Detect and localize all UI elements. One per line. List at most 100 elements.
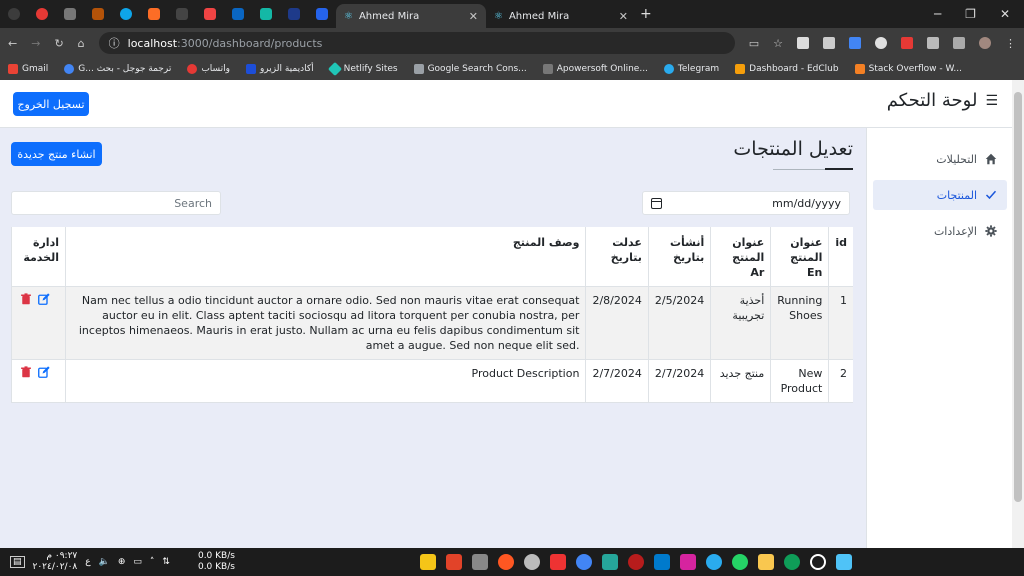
- search-icon[interactable]: [810, 554, 826, 570]
- forward-icon[interactable]: →: [31, 37, 40, 50]
- table-row: 2 New Product منتج جديد 2/7/2024 2/7/202…: [11, 359, 853, 403]
- date-filter-input[interactable]: mm/dd/yyyy: [642, 191, 850, 215]
- volume-icon[interactable]: 🔈: [99, 557, 110, 567]
- bookmark-edclub[interactable]: Dashboard - EdClub: [735, 64, 839, 74]
- edit-icon[interactable]: [38, 293, 50, 305]
- hamburger-menu-icon[interactable]: ☰: [985, 93, 998, 109]
- bookmark-apowersoft[interactable]: Apowersoft Online...: [542, 64, 648, 74]
- trash-icon[interactable]: [20, 366, 32, 378]
- trash-icon[interactable]: [20, 293, 32, 305]
- edit-icon[interactable]: [38, 366, 50, 378]
- pinned-tab[interactable]: [280, 0, 308, 28]
- pinned-tab[interactable]: [196, 0, 224, 28]
- new-tab-icon[interactable]: +: [640, 6, 652, 22]
- file-explorer-icon[interactable]: [758, 554, 774, 570]
- close-icon[interactable]: ✕: [469, 10, 478, 23]
- extension-icon[interactable]: [797, 37, 809, 49]
- close-window-icon[interactable]: ✕: [1000, 7, 1010, 21]
- app-icon[interactable]: [602, 554, 618, 570]
- create-product-button[interactable]: انشاء منتج جديدة: [11, 142, 102, 166]
- profile-avatar[interactable]: [979, 37, 991, 49]
- reload-icon[interactable]: ↻: [54, 37, 63, 50]
- site-info-icon[interactable]: ⓘ: [109, 35, 120, 51]
- hidden-icons-chevron-icon[interactable]: ˄: [150, 557, 155, 567]
- title-underline: [825, 168, 853, 170]
- extension-icon[interactable]: [823, 37, 835, 49]
- edge-icon[interactable]: [784, 554, 800, 570]
- url-bar[interactable]: ⓘ localhost:3000/dashboard/products: [98, 32, 735, 54]
- app-icon[interactable]: [446, 554, 462, 570]
- pinned-tab[interactable]: [84, 0, 112, 28]
- extensions: ⋮: [797, 37, 1016, 50]
- app-icon[interactable]: [420, 554, 436, 570]
- extension-icon[interactable]: [849, 37, 861, 49]
- whatsapp-icon[interactable]: [732, 554, 748, 570]
- bookmark-whatsapp[interactable]: واتساب: [187, 64, 230, 74]
- pinned-tab[interactable]: [28, 0, 56, 28]
- chrome-icon[interactable]: [576, 554, 592, 570]
- back-icon[interactable]: ←: [8, 37, 17, 50]
- top-header: تسجيل الخروج لوحة التحكم ☰: [0, 80, 1012, 128]
- minimize-icon[interactable]: ─: [934, 7, 941, 21]
- bookmark-gmail[interactable]: Gmail: [8, 64, 48, 74]
- menu-dots-icon[interactable]: ⋮: [1005, 37, 1016, 50]
- logout-button[interactable]: تسجيل الخروج: [13, 92, 89, 116]
- pinned-tab[interactable]: [112, 0, 140, 28]
- pinned-tab[interactable]: [140, 0, 168, 28]
- bookmark-star-icon[interactable]: ☆: [773, 37, 783, 50]
- pinned-tab[interactable]: [224, 0, 252, 28]
- pinned-tab[interactable]: [168, 0, 196, 28]
- instagram-icon[interactable]: [680, 554, 696, 570]
- browser-tab-bar: ⚛ Ahmed Mira ✕ ⚛ Ahmed Mira ✕ + ─ ❐ ✕: [0, 0, 1024, 28]
- sidebar-item-settings[interactable]: الإعدادات: [873, 216, 1007, 246]
- pinned-tab[interactable]: [56, 0, 84, 28]
- start-menu-icon[interactable]: [836, 554, 852, 570]
- scrollbar-thumb[interactable]: [1014, 92, 1022, 502]
- cell-actions: [11, 359, 66, 403]
- sidebar-item-analytics[interactable]: التحليلات: [873, 144, 1007, 174]
- search-input[interactable]: [11, 191, 221, 215]
- bookmark-search-console[interactable]: Google Search Cons...: [413, 64, 527, 74]
- cell-created: 2/7/2024: [647, 359, 711, 403]
- telegram-icon[interactable]: [706, 554, 722, 570]
- taskbar-clock[interactable]: ٠٩:٢٧ م ٢٠٢٤/٠٢/٠٨: [33, 551, 78, 573]
- taskbar-apps: [420, 554, 852, 570]
- app-icon[interactable]: [628, 554, 644, 570]
- table-header-row: id عنوان المنتج En عنوان المنتج Ar أنشأت…: [11, 227, 853, 287]
- pinned-tab[interactable]: [252, 0, 280, 28]
- home-icon: [985, 153, 997, 165]
- bookmark-telegram[interactable]: Telegram: [663, 64, 719, 74]
- app-icon[interactable]: [498, 554, 514, 570]
- close-icon[interactable]: ✕: [619, 10, 628, 23]
- input-language[interactable]: ع: [85, 557, 90, 567]
- app-icon[interactable]: [524, 554, 540, 570]
- side-panel-icon[interactable]: [953, 37, 965, 49]
- tab-ahmed-mira-active[interactable]: ⚛ Ahmed Mira ✕: [336, 4, 486, 28]
- tab-list-button[interactable]: [0, 0, 28, 28]
- bookmark-stackoverflow[interactable]: Stack Overflow - W...: [854, 64, 962, 74]
- bookmark-netlify[interactable]: Netlify Sites: [327, 61, 398, 77]
- calendar-icon[interactable]: [651, 197, 662, 209]
- cast-icon[interactable]: ▭: [749, 37, 759, 50]
- app-icon[interactable]: [472, 554, 488, 570]
- tab-ahmed-mira[interactable]: ⚛ Ahmed Mira ✕: [486, 4, 636, 28]
- vscode-icon[interactable]: [654, 554, 670, 570]
- home-icon[interactable]: ⌂: [78, 37, 85, 50]
- restore-icon[interactable]: ❐: [965, 7, 976, 21]
- app-icon[interactable]: [550, 554, 566, 570]
- cell-description: Product Description: [64, 359, 586, 403]
- network-icon[interactable]: ⊕: [118, 557, 126, 567]
- notification-icon[interactable]: ▤: [10, 556, 25, 568]
- extensions-puzzle-icon[interactable]: [927, 37, 939, 49]
- bookmark-zero-academy[interactable]: أكاديمية الزيرو: [245, 64, 314, 74]
- column-header-description: وصف المنتج: [64, 227, 586, 287]
- page-brand-title: لوحة التحكم: [886, 90, 978, 111]
- pinned-tab[interactable]: [308, 0, 336, 28]
- battery-icon[interactable]: ▭: [133, 557, 142, 567]
- extension-icon[interactable]: [875, 37, 887, 49]
- bookmark-google-translate[interactable]: G... ترجمة جوجل - بحث: [64, 64, 171, 74]
- extension-icon[interactable]: [901, 37, 913, 49]
- check-icon: [985, 190, 997, 200]
- column-header-actions: ادارة الخدمة: [11, 227, 66, 287]
- sidebar-item-products[interactable]: المنتجات: [873, 180, 1007, 210]
